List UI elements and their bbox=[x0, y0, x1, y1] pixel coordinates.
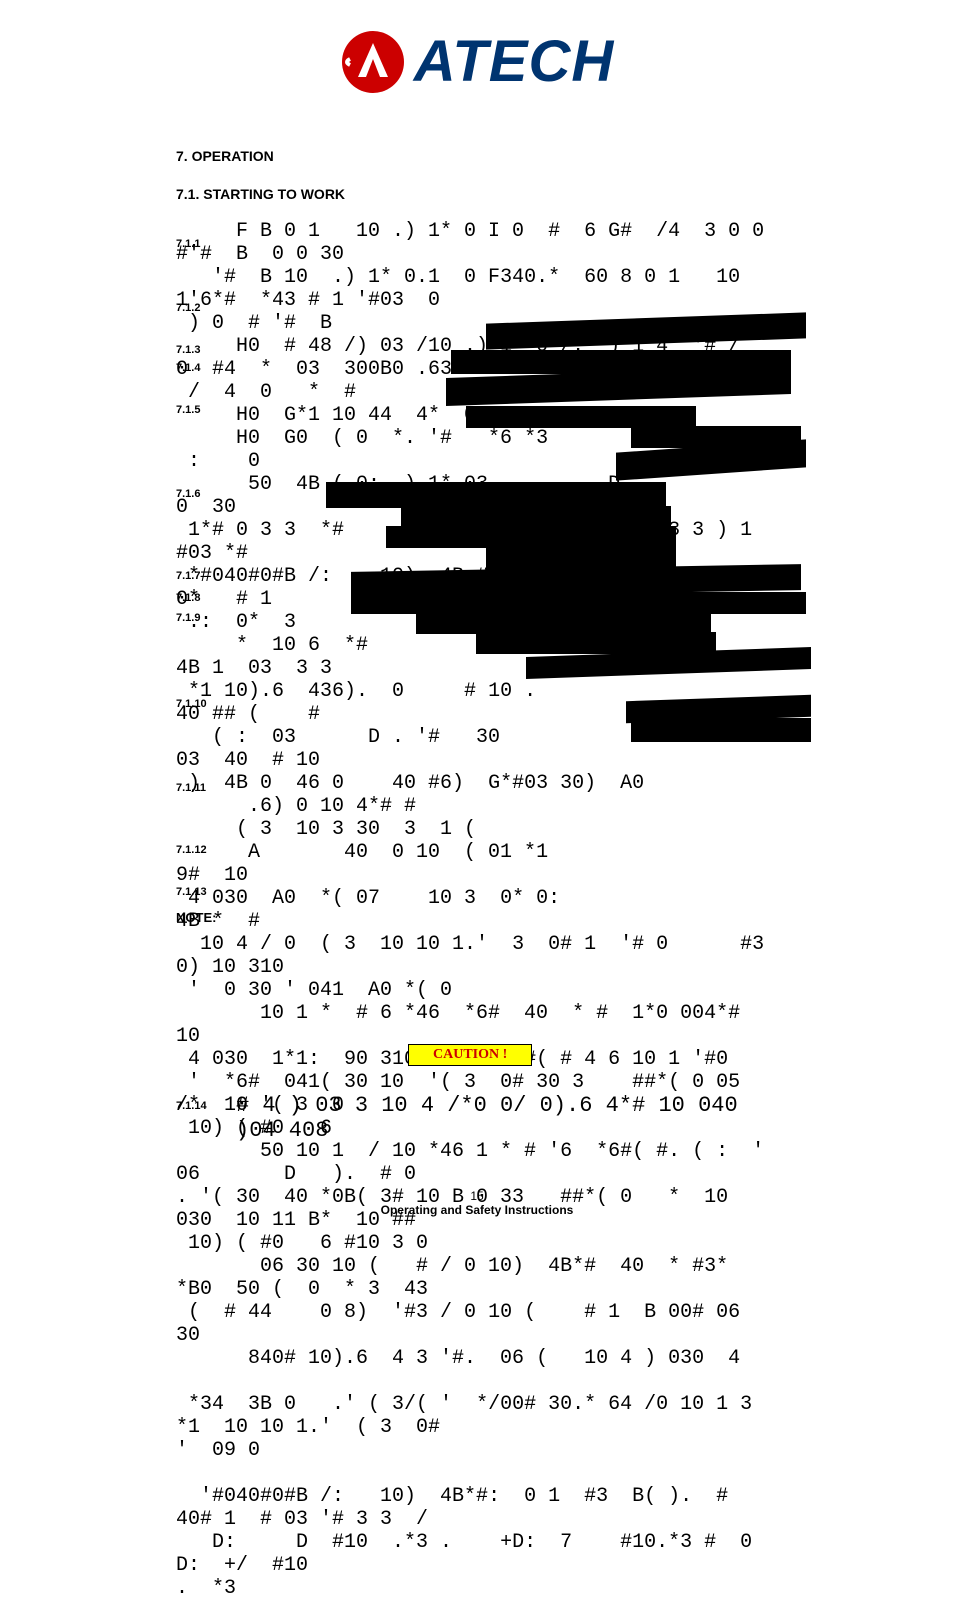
list-item-number: 7.1.8 bbox=[176, 592, 200, 604]
list-item-number: 7.1.4 bbox=[176, 362, 200, 374]
logo-text: ATECH bbox=[414, 28, 614, 95]
list-item-number: 7.1.6 bbox=[176, 488, 200, 500]
content-area: 7. OPERATION 7.1. STARTING TO WORK F B 0… bbox=[176, 148, 776, 1010]
list-item-number: 7.1.14 bbox=[176, 1100, 207, 1112]
section-heading: 7. OPERATION bbox=[176, 148, 776, 164]
list-item-number: 7.1.10 bbox=[176, 698, 207, 710]
page-number: 15 bbox=[0, 1189, 954, 1203]
footer-title: Operating and Safety Instructions bbox=[0, 1203, 954, 1217]
logo-container: ATECH bbox=[0, 0, 954, 113]
list-item-number: 7.1.2 bbox=[176, 302, 200, 314]
list-item-number: 7.1.13 bbox=[176, 886, 207, 898]
list-item-number: 7.1.12 bbox=[176, 844, 207, 856]
redaction-bar bbox=[326, 482, 666, 508]
subsection-heading: 7.1. STARTING TO WORK bbox=[176, 186, 776, 202]
redaction-bar bbox=[416, 610, 711, 634]
redaction-bar bbox=[466, 406, 696, 428]
body-area: F B 0 1 10 .) 1* 0 I 0 # 6 G# /4 3 0 0 #… bbox=[176, 220, 776, 1010]
list-item-number: 7.1.3 bbox=[176, 344, 200, 356]
list-item-number: 7.1.5 bbox=[176, 404, 200, 416]
logo: ATECH bbox=[340, 28, 614, 95]
redaction-bar bbox=[401, 506, 671, 528]
redaction-bar bbox=[631, 718, 811, 742]
list-item-number: 7.1.1 bbox=[176, 238, 200, 250]
list-item-number: 7.1.7 bbox=[176, 570, 200, 582]
last-item-text: # 4 ) 03 3 10 4 /*0 0/ 0).6 4*# 10 040 )… bbox=[236, 1093, 776, 1143]
list-item-number: 7.1.11 bbox=[176, 782, 206, 794]
page-footer: 15 Operating and Safety Instructions bbox=[0, 1189, 954, 1217]
logo-icon bbox=[340, 29, 406, 95]
caution-banner: CAUTION ! bbox=[408, 1044, 532, 1066]
note-label: NOTE: bbox=[176, 910, 216, 925]
redaction-bar bbox=[386, 526, 676, 548]
list-item-number: 7.1.9 bbox=[176, 612, 200, 624]
